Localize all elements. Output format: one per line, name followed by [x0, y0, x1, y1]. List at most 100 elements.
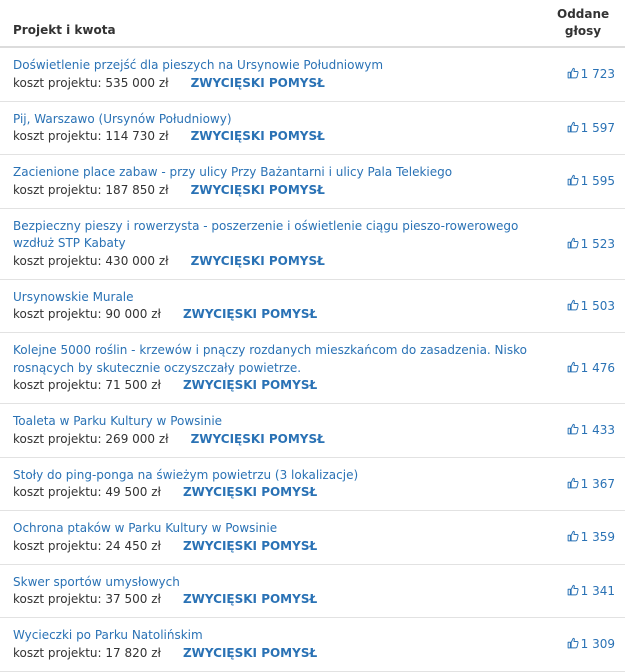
- table-row: Skwer sportów umysłowych koszt projektu: …: [0, 565, 625, 618]
- project-meta: koszt projektu: 269 000 zł ZWYCIĘSKI POMY…: [13, 431, 535, 448]
- project-title-link[interactable]: Skwer sportów umysłowych: [13, 574, 535, 592]
- table-row: Zacienione place zabaw - przy ulicy Przy…: [0, 155, 625, 209]
- vote-count: 1 723: [567, 67, 615, 81]
- winner-badge: ZWYCIĘSKI POMYSŁ: [182, 538, 318, 553]
- thumbs-up-icon: [567, 424, 579, 435]
- thumbs-up-icon: [567, 121, 579, 133]
- winner-badge: ZWYCIĘSKI POMYSŁ: [182, 485, 318, 499]
- table-body: Doświetlenie przejść dla pieszych na Urs…: [0, 48, 625, 672]
- thumbs-up-icon: [567, 531, 579, 542]
- vote-count: 1 476: [567, 361, 615, 375]
- project-meta: koszt projektu: 24 450 zł ZWYCIĘSKI POMYS…: [13, 538, 535, 555]
- project-cost: 49 500 zł: [105, 485, 161, 499]
- thumbs-up-icon: [567, 477, 579, 489]
- project-title-link[interactable]: Pij, Warszawo (Ursynów Południowy): [13, 111, 535, 129]
- thumbs-up-icon: [567, 299, 579, 311]
- thumbs-up-icon: [567, 638, 579, 649]
- project-title-link[interactable]: Doświetlenie przejść dla pieszych na Urs…: [13, 57, 535, 75]
- project-title-link[interactable]: Kolejne 5000 roślin - krzewów i pnączy r…: [13, 342, 535, 377]
- vote-count: 1 503: [567, 299, 615, 313]
- header-votes-column: Oddane głosy: [557, 6, 609, 40]
- vote-count-value: 1 359: [580, 530, 615, 545]
- table-row: Stoły do ping-ponga na świeżym powietrzu…: [0, 458, 625, 511]
- cost-label: koszt projektu:: [13, 75, 102, 90]
- project-cost: 37 500 zł: [105, 592, 161, 606]
- project-cost: 430 000 zł: [105, 253, 169, 268]
- vote-count-value: 1 341: [580, 583, 615, 598]
- vote-count: 1 523: [567, 237, 615, 251]
- cost-label: koszt projektu:: [13, 485, 102, 499]
- winner-badge: ZWYCIĘSKI POMYSŁ: [182, 307, 318, 321]
- project-cost: 71 500 zł: [105, 378, 161, 392]
- project-meta: koszt projektu: 49 500 zł ZWYCIĘSKI POMYS…: [13, 484, 535, 501]
- winner-badge: ZWYCIĘSKI POMYSŁ: [190, 253, 325, 268]
- winner-badge: ZWYCIĘSKI POMYSŁ: [182, 645, 318, 660]
- project-title-link[interactable]: Ochrona ptaków w Parku Kultury w Powsini…: [13, 520, 535, 538]
- project-meta: koszt projektu: 114 730 zł ZWYCIĘSKI POMY…: [13, 128, 535, 145]
- project-cost: 24 450 zł: [105, 538, 161, 553]
- header-votes-line1: Oddane: [557, 7, 610, 21]
- cost-label: koszt projektu:: [13, 645, 102, 660]
- project-meta: koszt projektu: 90 000 zł ZWYCIĘSKI POMYS…: [13, 306, 535, 323]
- vote-count: 1 341: [567, 584, 615, 598]
- project-title-link[interactable]: Toaleta w Parku Kultury w Powsinie: [13, 413, 535, 431]
- thumbs-up-icon: [567, 237, 579, 248]
- vote-count: 1 597: [567, 121, 615, 135]
- thumbs-up-icon: [567, 584, 579, 596]
- thumbs-up-icon: [567, 361, 579, 373]
- project-cost: 17 820 zł: [105, 645, 161, 660]
- table-row: Doświetlenie przejść dla pieszych na Urs…: [0, 48, 625, 102]
- cost-label: koszt projektu:: [13, 592, 102, 606]
- table-row: Wycieczki po Parku Natolińskim koszt proj…: [0, 618, 625, 672]
- header-project-column: Projekt i kwota: [13, 23, 116, 37]
- cost-label: koszt projektu:: [13, 253, 102, 268]
- vote-count: 1 433: [567, 423, 615, 437]
- winner-badge: ZWYCIĘSKI POMYSŁ: [190, 75, 325, 90]
- project-meta: koszt projektu: 430 000 zł ZWYCIĘSKI POMY…: [13, 253, 535, 270]
- project-title-link[interactable]: Bezpieczny pieszy i rowerzysta - poszerz…: [13, 218, 535, 253]
- project-cost: 269 000 zł: [105, 431, 169, 446]
- vote-count-value: 1 503: [580, 298, 615, 313]
- vote-count-value: 1 595: [580, 174, 615, 189]
- cost-label: koszt projektu:: [13, 129, 102, 143]
- table-header: Projekt i kwota Oddane głosy: [0, 0, 625, 48]
- project-cost: 187 850 zł: [105, 182, 169, 197]
- vote-count-value: 1 523: [580, 236, 615, 251]
- vote-count: 1 309: [567, 637, 615, 651]
- project-cost: 535 000 zł: [105, 75, 169, 90]
- vote-count-value: 1 367: [580, 476, 615, 491]
- project-meta: koszt projektu: 535 000 zł ZWYCIĘSKI POMY…: [13, 75, 535, 92]
- project-meta: koszt projektu: 37 500 zł ZWYCIĘSKI POMYS…: [13, 591, 535, 608]
- table-row: Toaleta w Parku Kultury w Powsinie koszt …: [0, 404, 625, 458]
- winner-badge: ZWYCIĘSKI POMYSŁ: [190, 129, 325, 143]
- header-votes-line2: głosy: [564, 24, 602, 38]
- vote-count: 1 367: [567, 477, 615, 491]
- projects-table: Projekt i kwota Oddane głosy Doświetleni…: [0, 0, 625, 672]
- vote-count-value: 1 476: [580, 361, 615, 375]
- vote-count-value: 1 597: [580, 120, 615, 135]
- thumbs-up-icon: [567, 175, 579, 186]
- project-meta: koszt projektu: 187 850 zł ZWYCIĘSKI POMY…: [13, 182, 535, 199]
- table-row: Kolejne 5000 roślin - krzewów i pnączy r…: [0, 333, 625, 404]
- project-cost: 90 000 zł: [105, 307, 161, 321]
- project-title-link[interactable]: Wycieczki po Parku Natolińskim: [13, 627, 535, 645]
- table-row: Bezpieczny pieszy i rowerzysta - poszerz…: [0, 209, 625, 280]
- vote-count-value: 1 723: [580, 67, 615, 82]
- table-row: Pij, Warszawo (Ursynów Południowy) koszt …: [0, 102, 625, 155]
- vote-count: 1 359: [567, 530, 615, 544]
- vote-count-value: 1 433: [580, 423, 615, 438]
- project-title-link[interactable]: Stoły do ping-ponga na świeżym powietrzu…: [13, 467, 535, 485]
- winner-badge: ZWYCIĘSKI POMYSŁ: [190, 431, 325, 446]
- table-row: Ochrona ptaków w Parku Kultury w Powsini…: [0, 511, 625, 565]
- cost-label: koszt projektu:: [13, 307, 102, 321]
- project-title-link[interactable]: Ursynowskie Murale: [13, 289, 535, 307]
- project-cost: 114 730 zł: [105, 129, 169, 143]
- cost-label: koszt projektu:: [13, 431, 102, 446]
- winner-badge: ZWYCIĘSKI POMYSŁ: [182, 592, 318, 606]
- project-title-link[interactable]: Zacienione place zabaw - przy ulicy Przy…: [13, 164, 535, 182]
- vote-count: 1 595: [567, 174, 615, 188]
- vote-count-value: 1 309: [580, 637, 615, 652]
- thumbs-up-icon: [567, 68, 579, 79]
- cost-label: koszt projektu:: [13, 182, 102, 197]
- project-meta: koszt projektu: 71 500 zł ZWYCIĘSKI POMYS…: [13, 377, 535, 394]
